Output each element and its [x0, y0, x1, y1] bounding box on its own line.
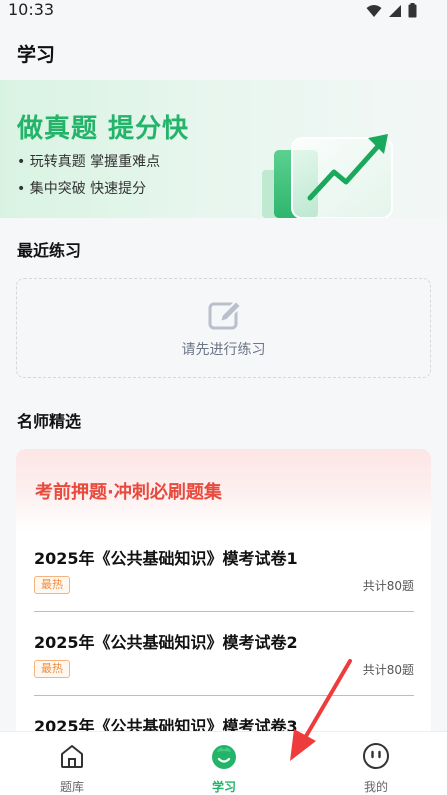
card-header: 考前押题·冲刺必刷题集	[16, 449, 431, 531]
red-arrow-icon	[290, 659, 352, 761]
battery-icon	[408, 3, 417, 18]
tab-label: 我的	[363, 780, 388, 794]
recent-practice-empty[interactable]: 请先进行练习	[16, 278, 431, 378]
wifi-icon	[366, 4, 382, 17]
pencil-icon	[208, 299, 242, 330]
question-count: 共计80题	[362, 579, 414, 593]
status-bar: 10:33	[0, 0, 447, 22]
banner-title: 做真题 提分快	[17, 114, 190, 144]
home-icon	[61, 745, 83, 768]
status-icons	[366, 3, 417, 18]
status-time: 10:33	[8, 0, 55, 19]
tab-question-bank[interactable]: 题库	[27, 732, 117, 795]
recent-practice-hint: 请先进行练习	[181, 342, 266, 358]
bottom-tab-bar: 题库 学习 我的	[0, 731, 447, 795]
hot-badge: 最热	[34, 660, 70, 678]
question-count: 共计80题	[362, 663, 414, 677]
banner-line-1: • 玩转真题 掌握重难点	[17, 154, 161, 170]
exam-set-card: 考前押题·冲刺必刷题集 2025年《公共基础知识》模考试卷1 最热 共计80题 …	[16, 449, 431, 749]
face-icon	[363, 743, 389, 769]
trend-chart-illustration-icon	[262, 134, 393, 218]
tab-study[interactable]: 学习	[179, 732, 269, 795]
teacher-selection-title: 名师精选	[17, 412, 82, 431]
hot-badge: 最热	[34, 576, 70, 594]
card-title: 考前押题·冲刺必刷题集	[35, 482, 222, 503]
promo-banner[interactable]: 做真题 提分快 • 玩转真题 掌握重难点 • 集中突破 快速提分	[0, 80, 447, 218]
exam-paper-title: 2025年《公共基础知识》模考试卷2	[34, 633, 298, 652]
tab-label: 题库	[59, 780, 84, 794]
tab-label: 学习	[211, 780, 236, 794]
page-title: 学习	[17, 44, 56, 66]
banner-line-2: • 集中突破 快速提分	[17, 181, 147, 197]
divider	[34, 611, 414, 612]
recent-practice-title: 最近练习	[17, 241, 82, 260]
signal-icon	[389, 4, 401, 17]
leaf-icon	[212, 745, 236, 769]
exam-paper-title: 2025年《公共基础知识》模考试卷1	[34, 549, 298, 568]
exam-paper-item[interactable]: 2025年《公共基础知识》模考试卷1 最热 共计80题	[34, 545, 414, 612]
